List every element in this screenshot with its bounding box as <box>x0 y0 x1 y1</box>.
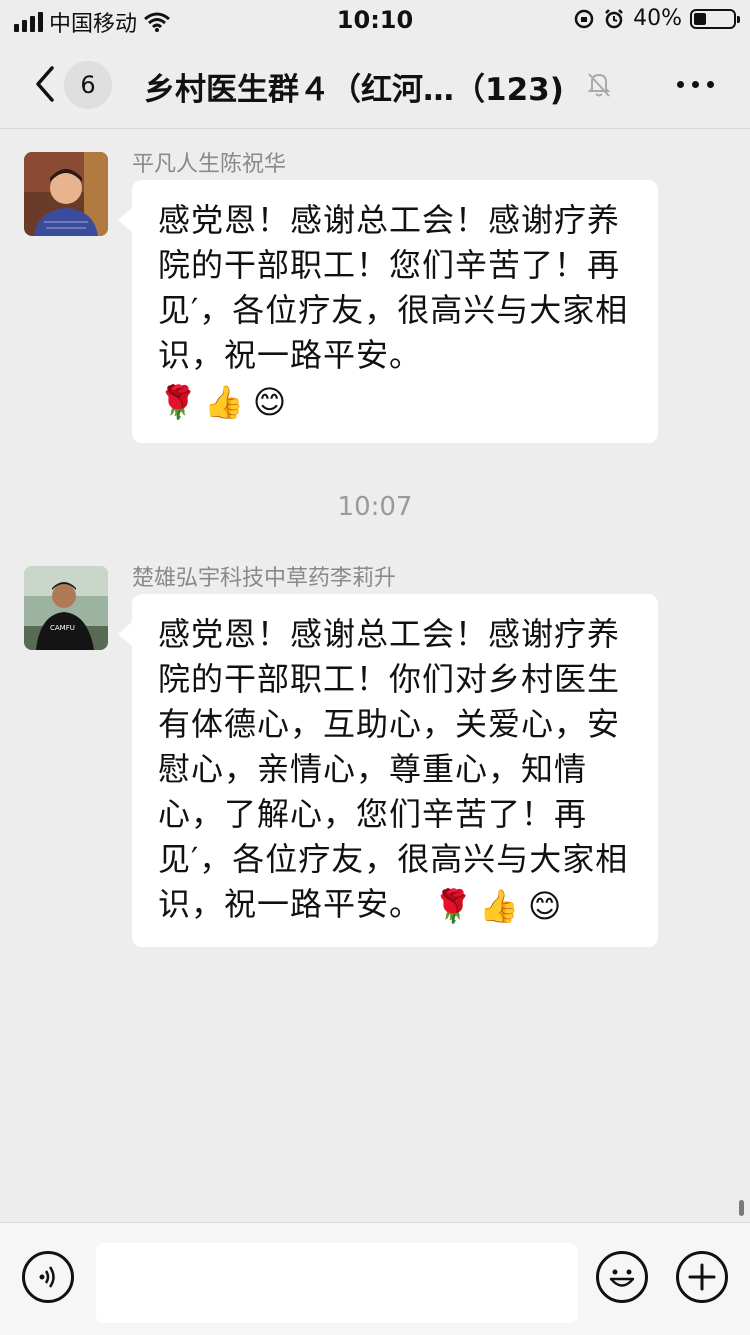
rose-icon: 🌹 <box>158 383 199 421</box>
avatar[interactable] <box>24 152 108 236</box>
timestamp-divider: 10:07 <box>337 492 413 522</box>
unread-count-badge[interactable]: 6 <box>64 61 112 109</box>
svg-text:CAMFU: CAMFU <box>50 624 75 632</box>
status-bar: 中国移动 10:10 40% <box>0 0 750 40</box>
add-more-button[interactable] <box>676 1251 728 1303</box>
chat-header: 6 乡村医生群４（红河…（123) <box>0 44 750 129</box>
thumbs-up-icon: 👍 <box>479 887 521 925</box>
plus-icon <box>688 1263 716 1291</box>
input-bar <box>0 1222 750 1335</box>
message-input[interactable] <box>96 1243 578 1323</box>
rotation-lock-icon <box>574 9 594 28</box>
alarm-icon <box>605 8 623 28</box>
message-text: 感党恩！感谢总工会！感谢疗养院的干部职工！您们辛苦了！再见′，各位疗友，很高兴与… <box>158 201 629 374</box>
message-text: 感党恩！感谢总工会！感谢疗养院的干部职工！你们对乡村医生有体德心，互助心，关爱心… <box>158 615 629 923</box>
chat-title: 乡村医生群４（红河…（123) <box>144 72 564 108</box>
status-right: 40% <box>573 6 740 31</box>
scroll-indicator[interactable] <box>739 1200 744 1216</box>
mute-bell-icon <box>587 73 611 97</box>
message-bubble[interactable]: 感党恩！感谢总工会！感谢疗养院的干部职工！你们对乡村医生有体德心，互助心，关爱心… <box>118 594 658 947</box>
emoji-row: 🌹 👍 😊 <box>433 886 565 926</box>
more-options-button[interactable] <box>677 81 714 88</box>
sender-name: 平凡人生陈祝华 <box>132 152 287 177</box>
smile-icon: 😊 <box>252 383 288 421</box>
emoji-row: 🌹 👍 😊 <box>158 382 290 422</box>
thumbs-up-icon: 👍 <box>204 383 245 421</box>
smile-icon: 😊 <box>528 887 563 925</box>
battery-icon <box>690 8 740 29</box>
message-bubble[interactable]: 感党恩！感谢总工会！感谢疗养院的干部职工！您们辛苦了！再见′，各位疗友，很高兴与… <box>118 180 658 443</box>
battery-percent: 40% <box>633 6 682 31</box>
avatar[interactable]: CAMFU <box>24 566 108 650</box>
voice-input-button[interactable] <box>22 1251 74 1303</box>
sender-name: 楚雄弘宇科技中草药李莉升 <box>132 566 397 591</box>
rose-icon: 🌹 <box>433 887 475 925</box>
emoji-face-icon <box>609 1269 635 1287</box>
back-chevron-icon[interactable] <box>28 64 62 104</box>
voice-icon <box>39 1266 55 1288</box>
emoji-button[interactable] <box>596 1251 648 1303</box>
